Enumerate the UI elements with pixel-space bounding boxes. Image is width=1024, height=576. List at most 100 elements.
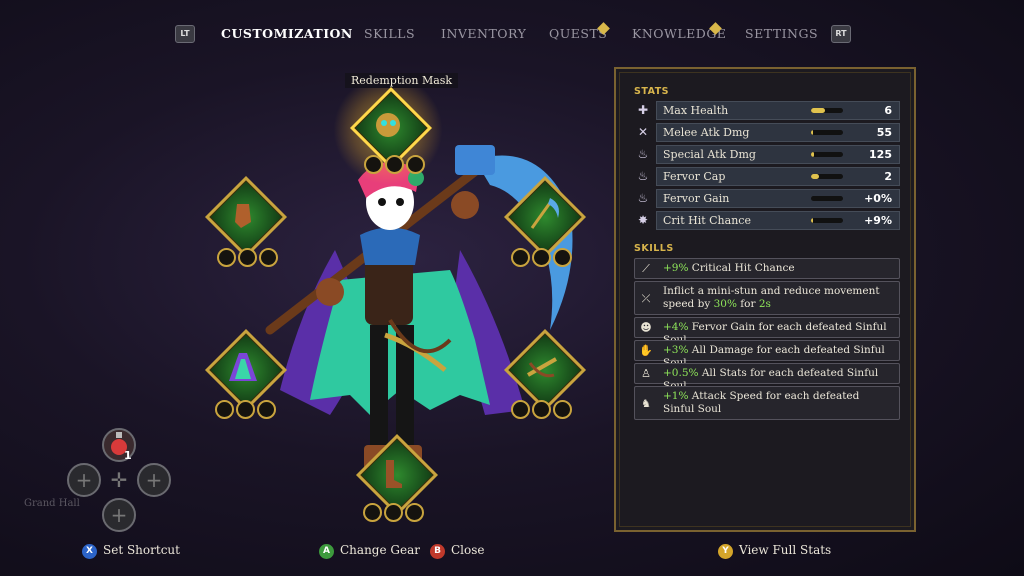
skill-row: ⟋ +9% Critical Hit Chance <box>634 258 900 279</box>
stat-row-fervor-gain: Fervor Gain +0% <box>656 189 900 208</box>
tab-customization[interactable]: CUSTOMIZATION <box>221 26 353 41</box>
stat-label: Fervor Cap <box>663 170 726 183</box>
skill-text: +1% Attack Speed for each defeated Sinfu… <box>663 390 860 415</box>
skill-row: ☻ +4% Fervor Gain for each defeated Sinf… <box>634 317 900 346</box>
skills-title: SKILLS <box>634 243 674 254</box>
body-socket-row <box>215 400 276 419</box>
stat-bar <box>811 152 843 157</box>
location-label: Grand Hall <box>24 498 80 509</box>
boots-skill-icon: ♞ <box>641 397 651 410</box>
quick-slot-left[interactable] <box>67 463 101 497</box>
socket[interactable] <box>532 400 551 419</box>
socket[interactable] <box>511 400 530 419</box>
socket[interactable] <box>532 248 551 267</box>
view-full-stats-prompt[interactable]: Y View Full Stats <box>718 543 831 559</box>
stats-title: STATS <box>634 86 670 97</box>
socket[interactable] <box>405 503 424 522</box>
scythe-icon <box>530 198 559 229</box>
a-button-icon: A <box>319 544 334 559</box>
skill-row: ✋ +3% All Damage for each defeated Sinfu… <box>634 340 900 369</box>
offhand-socket-row <box>511 400 572 419</box>
robe-skill-icon: ♙ <box>641 367 651 380</box>
skill-text: Inflict a mini-stun and reduce movement … <box>663 285 880 310</box>
socket[interactable] <box>364 155 383 174</box>
tab-skills[interactable]: SKILLS <box>364 26 415 41</box>
quick-slot-down[interactable] <box>102 498 136 532</box>
stat-row-melee-atk-dmg: Melee Atk Dmg 55 <box>656 123 900 142</box>
socket[interactable] <box>553 400 572 419</box>
set-shortcut-prompt[interactable]: X Set Shortcut <box>82 543 180 559</box>
special-icon: ♨ <box>637 147 649 161</box>
stat-bar <box>811 130 843 135</box>
skill-text: +9% Critical Hit Chance <box>663 262 795 274</box>
gear-slot-weapon-offhand[interactable] <box>503 328 587 412</box>
stat-row-fervor-cap: Fervor Cap 2 <box>656 167 900 186</box>
health-icon: ✚ <box>637 103 649 117</box>
socket[interactable] <box>257 400 276 419</box>
gear-slot-weapon-main[interactable] <box>503 175 587 259</box>
tab-settings[interactable]: SETTINGS <box>745 26 818 41</box>
view-full-stats-label: View Full Stats <box>739 543 832 557</box>
socket[interactable] <box>553 248 572 267</box>
fervor-gain-icon: ♨ <box>637 191 649 205</box>
dpad-icon: ✛ <box>110 468 128 492</box>
stat-label: Crit Hit Chance <box>663 214 751 227</box>
socket[interactable] <box>236 400 255 419</box>
stat-value: +0% <box>864 192 892 205</box>
stat-bar <box>811 108 843 113</box>
set-shortcut-label: Set Shortcut <box>103 543 180 557</box>
rt-button[interactable]: RT <box>831 25 851 43</box>
socket[interactable] <box>385 155 404 174</box>
socket[interactable] <box>238 248 257 267</box>
stat-bar <box>811 218 843 223</box>
skill-row: ⤫ Inflict a mini-stun and reduce movemen… <box>634 281 900 315</box>
change-gear-label: Change Gear <box>340 543 420 557</box>
feet-socket-row <box>363 503 424 522</box>
stat-label: Max Health <box>663 104 729 117</box>
mask-icon <box>376 113 400 137</box>
x-button-icon: X <box>82 544 97 559</box>
close-label: Close <box>451 543 485 557</box>
weapon-socket-row <box>511 248 572 267</box>
socket[interactable] <box>363 503 382 522</box>
stat-bar <box>811 174 843 179</box>
close-prompt[interactable]: B Close <box>430 543 485 559</box>
gear-slot-head[interactable] <box>349 86 433 170</box>
gear-slot-feet[interactable] <box>355 433 439 517</box>
socket[interactable] <box>215 400 234 419</box>
top-nav: LT CUSTOMIZATION SKILLS INVENTORY QUESTS… <box>0 0 1024 66</box>
socket[interactable] <box>406 155 425 174</box>
stat-label: Special Atk Dmg <box>663 148 756 161</box>
crossbow-icon <box>527 357 557 378</box>
b-button-icon: B <box>430 544 445 559</box>
stat-label: Melee Atk Dmg <box>663 126 750 139</box>
mask-skill-icon: ☻ <box>640 321 652 334</box>
stat-value: +9% <box>864 214 892 227</box>
gear-slot-hands[interactable] <box>204 175 288 259</box>
fervor-icon: ♨ <box>637 169 649 183</box>
socket[interactable] <box>217 248 236 267</box>
socket[interactable] <box>384 503 403 522</box>
boots-icon <box>386 460 402 488</box>
robe-icon <box>229 353 257 381</box>
quick-slot-right[interactable] <box>137 463 171 497</box>
potion-count: 1 <box>124 449 132 462</box>
stat-label: Fervor Gain <box>663 192 730 205</box>
glove-icon <box>235 204 251 228</box>
stat-value: 55 <box>876 126 892 139</box>
lt-button[interactable]: LT <box>175 25 195 43</box>
change-gear-prompt[interactable]: A Change Gear <box>319 543 420 559</box>
gear-slot-body[interactable] <box>204 328 288 412</box>
crit-icon: ✸ <box>637 213 649 227</box>
stat-value: 125 <box>869 148 892 161</box>
socket[interactable] <box>511 248 530 267</box>
y-button-icon: Y <box>718 544 733 559</box>
tab-inventory[interactable]: INVENTORY <box>441 26 526 41</box>
stat-row-max-health: Max Health 6 <box>656 101 900 120</box>
stat-value: 2 <box>884 170 892 183</box>
hands-socket-row <box>217 248 278 267</box>
melee-icon: ✕ <box>637 125 649 139</box>
socket[interactable] <box>259 248 278 267</box>
glove-skill-icon: ✋ <box>639 344 653 357</box>
stat-bar <box>811 196 843 201</box>
